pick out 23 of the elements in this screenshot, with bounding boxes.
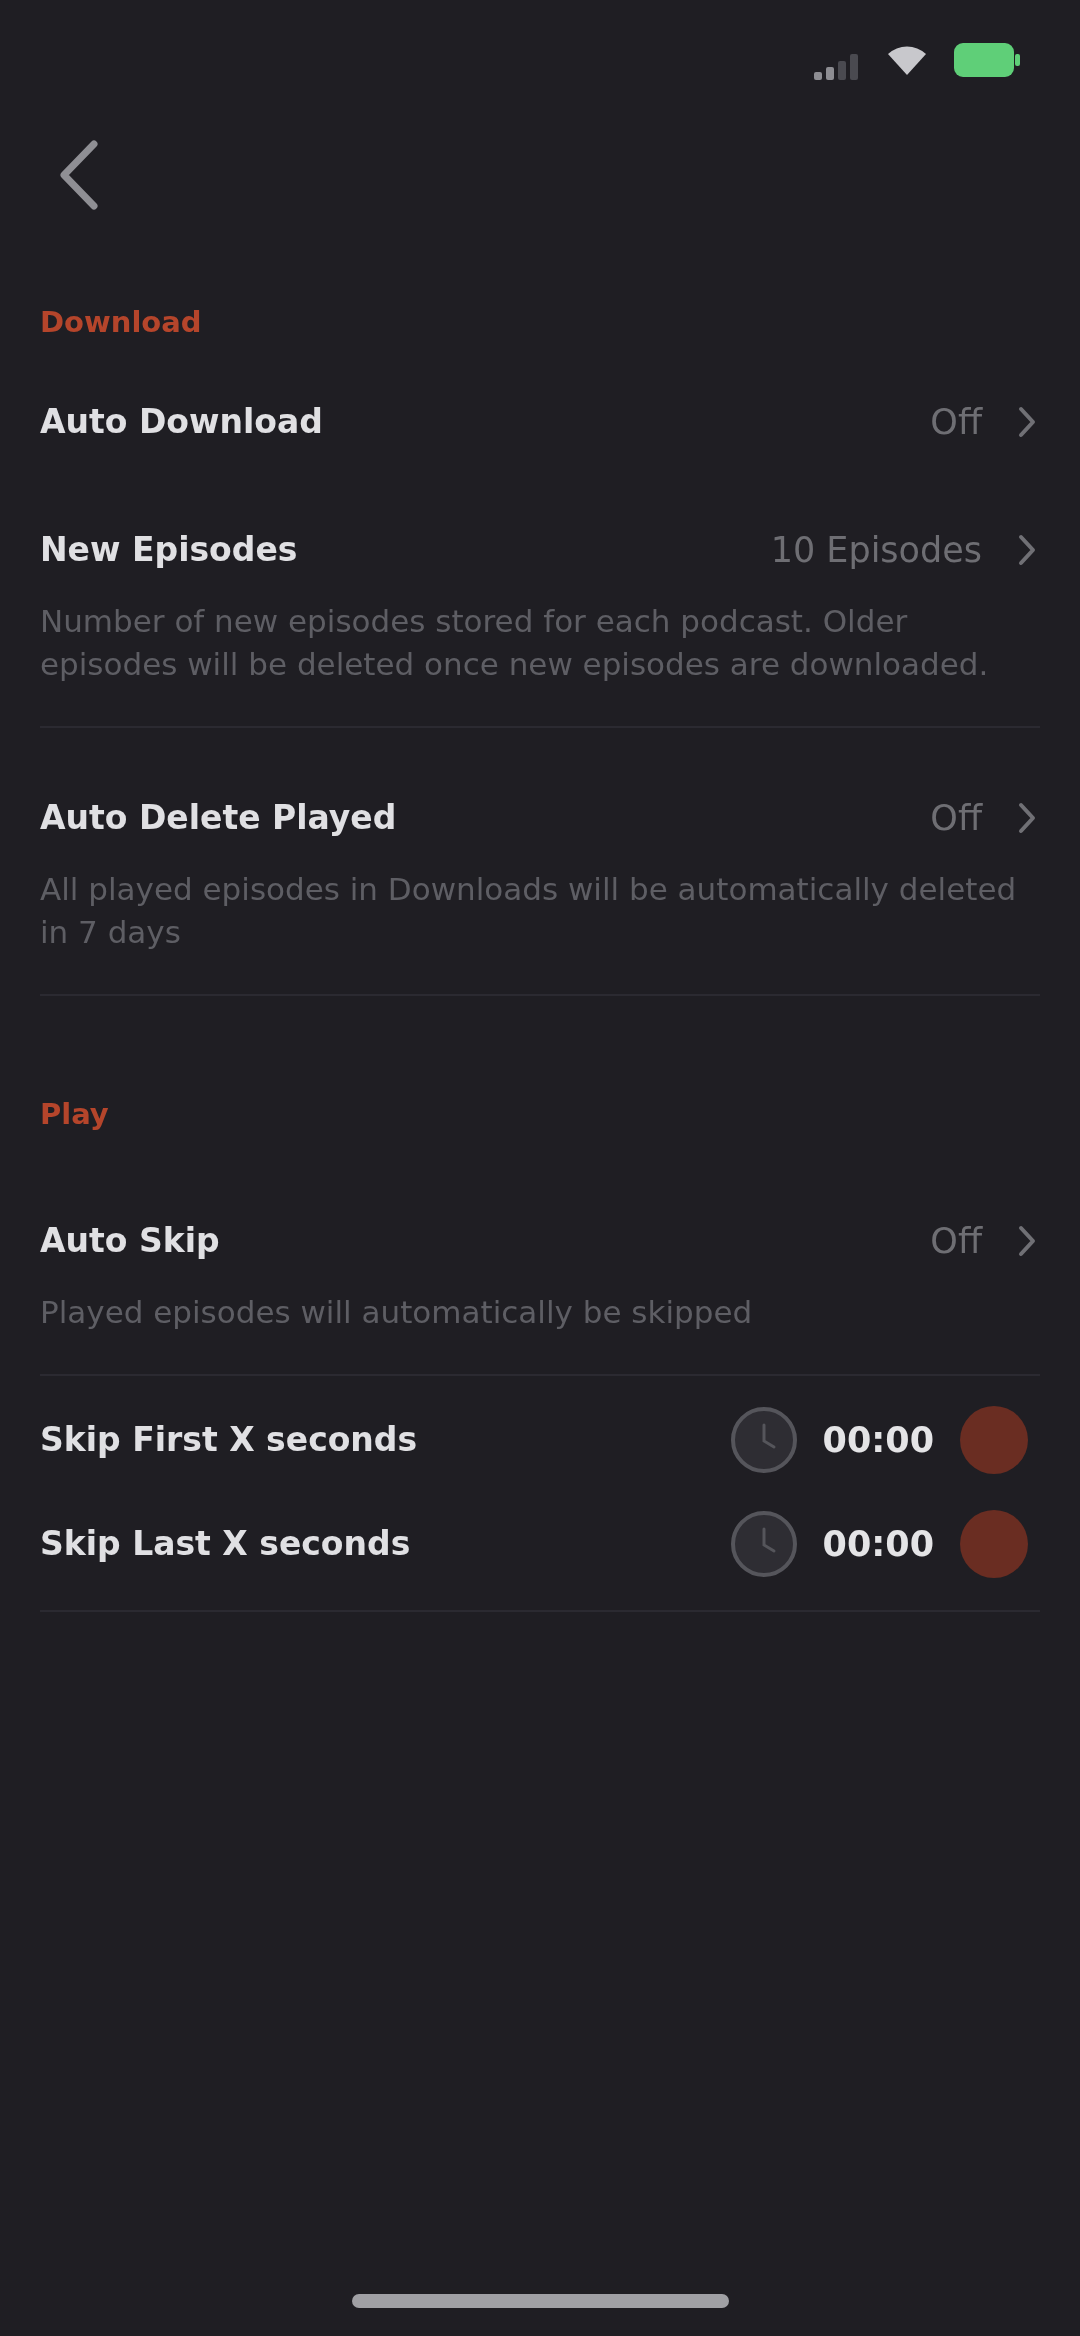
battery-icon [954,43,1020,77]
wifi-icon [888,45,926,75]
clock-icon[interactable] [730,1511,797,1577]
clock-icon[interactable] [730,1407,797,1473]
setting-description: All played episodes in Downloads will be automatically deleted in 7 days [40,870,1018,952]
setting-label[interactable]: Auto Delete Played [40,794,397,842]
setting-label[interactable]: New Episodes [40,526,298,574]
setting-label: Skip Last X seconds [40,1523,411,1565]
setting-description: Played episodes will automatically be skipped [40,1293,754,1332]
section-header: Play [40,1096,109,1133]
chevron-right-icon[interactable] [1018,1225,1036,1257]
section-header: Download [40,304,202,341]
setting-label[interactable]: Auto Download [40,398,323,446]
signal-icon [814,54,860,80]
chevron-right-icon[interactable] [1018,802,1036,834]
setting-label[interactable]: Auto Skip [40,1217,220,1265]
back-icon[interactable] [58,140,100,210]
time-value: 00:00 [822,1524,934,1564]
chevron-right-icon[interactable] [1018,406,1036,438]
setting-label: Skip First X seconds [40,1419,418,1461]
chevron-right-icon[interactable] [1018,534,1036,566]
time-value: 00:00 [822,1420,934,1460]
setting-description: Number of new episodes stored for each podcast. Older episodes will be deleted once new episodes are downloaded. [40,602,990,684]
